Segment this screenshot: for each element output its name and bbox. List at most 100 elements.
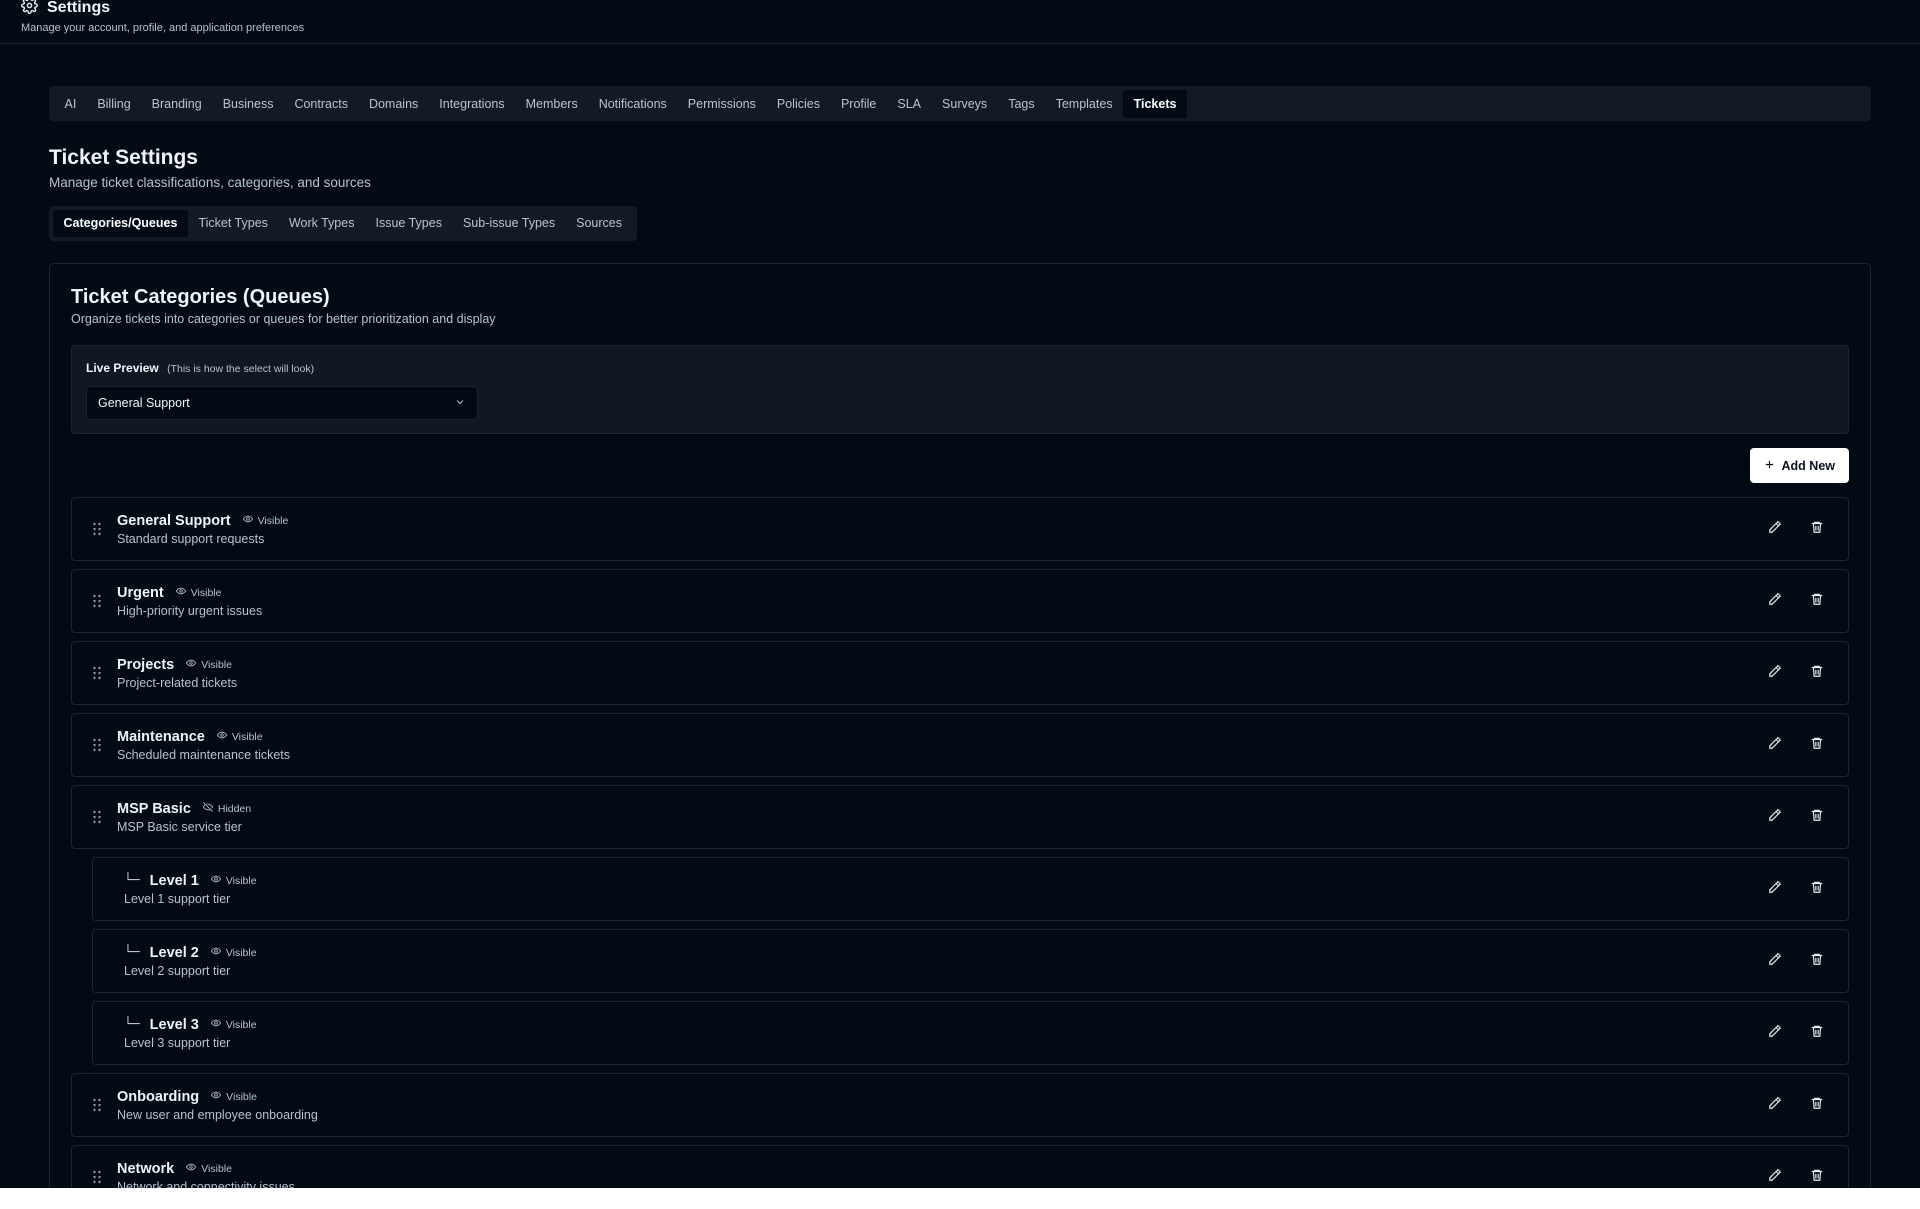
preview-select[interactable]: General Support	[86, 386, 478, 420]
visibility-label: Visible	[226, 1090, 257, 1103]
edit-icon[interactable]	[1768, 808, 1782, 827]
category-name-wrap: General Support	[117, 513, 231, 529]
category-row[interactable]: └─ Level 3 Visible Level 3 support tier	[92, 1001, 1849, 1065]
edit-icon[interactable]	[1768, 952, 1782, 971]
category-body: └─ Level 2 Visible Level 2 support tier	[124, 945, 1768, 978]
preview-label: Live Preview (This is how the select wil…	[86, 361, 1834, 375]
eye-icon	[216, 730, 227, 743]
subtab-sources[interactable]: Sources	[566, 210, 633, 237]
add-new-button[interactable]: Add New	[1749, 448, 1849, 483]
category-row[interactable]: MSP Basic Hidden MSP Basic service tier	[71, 785, 1849, 849]
category-row[interactable]: Maintenance Visible Scheduled maintenance …	[71, 713, 1849, 777]
tab-surveys[interactable]: Surveys	[932, 90, 998, 118]
branch-icon: └─	[124, 1017, 140, 1032]
tab-members[interactable]: Members	[515, 90, 588, 118]
category-description: Scheduled maintenance tickets	[117, 747, 291, 762]
visibility-badge: Hidden	[202, 802, 251, 815]
category-row[interactable]: └─ Level 2 Visible Level 2 support tier	[92, 929, 1849, 993]
tab-permissions[interactable]: Permissions	[677, 90, 766, 118]
category-name-wrap: Maintenance	[117, 729, 205, 745]
category-row[interactable]: Urgent Visible High-priority urgent issues	[71, 569, 1849, 633]
drag-handle-icon[interactable]	[92, 522, 102, 536]
eye-icon	[242, 514, 253, 527]
drag-handle-icon[interactable]	[92, 738, 102, 752]
trash-icon[interactable]	[1810, 952, 1824, 971]
visibility-label: Visible	[257, 514, 289, 527]
eye-icon	[210, 874, 221, 887]
tab-domains[interactable]: Domains	[358, 90, 428, 118]
tab-branding[interactable]: Branding	[141, 90, 212, 118]
preview-hint: (This is how the select will look)	[167, 363, 315, 375]
trash-icon[interactable]	[1810, 664, 1824, 683]
edit-icon[interactable]	[1768, 736, 1782, 755]
trash-icon[interactable]	[1810, 808, 1824, 827]
category-name-wrap: └─ Level 2	[124, 945, 199, 961]
subtab-ticket-types[interactable]: Ticket Types	[188, 210, 278, 237]
subtab-categories-queues[interactable]: Categories/Queues	[53, 210, 188, 237]
trash-icon[interactable]	[1810, 880, 1824, 899]
tab-integrations[interactable]: Integrations	[429, 90, 515, 118]
category-row[interactable]: General Support Visible Standard support r…	[71, 497, 1849, 561]
category-body: MSP Basic Hidden MSP Basic service tier	[117, 801, 1768, 834]
tab-billing[interactable]: Billing	[87, 90, 141, 118]
title-row: Settings	[21, 0, 110, 16]
edit-icon[interactable]	[1768, 664, 1782, 683]
category-row[interactable]: Projects Visible Project-related tickets	[71, 641, 1849, 705]
tab-sla[interactable]: SLA	[887, 90, 932, 118]
row-actions	[1768, 1096, 1824, 1115]
category-name: Level 1	[149, 872, 199, 889]
tab-ai[interactable]: AI	[54, 90, 87, 118]
visibility-badge: Visible	[210, 946, 257, 959]
edit-icon[interactable]	[1768, 1168, 1782, 1187]
category-name: Urgent	[117, 584, 164, 601]
tab-contracts[interactable]: Contracts	[284, 90, 359, 118]
drag-handle-icon[interactable]	[92, 810, 102, 824]
subtab-issue-types[interactable]: Issue Types	[365, 210, 452, 237]
tab-profile[interactable]: Profile	[830, 90, 886, 118]
tab-tickets[interactable]: Tickets	[1123, 89, 1187, 118]
trash-icon[interactable]	[1810, 592, 1824, 611]
visibility-label: Visible	[201, 658, 232, 671]
edit-icon[interactable]	[1768, 592, 1782, 611]
category-head: └─ Level 1 Visible	[124, 873, 1768, 889]
category-head: └─ Level 2 Visible	[124, 945, 1768, 961]
drag-handle-icon[interactable]	[92, 666, 102, 680]
eye-icon	[210, 1018, 221, 1031]
subtab-sub-issue-types[interactable]: Sub-issue Types	[452, 210, 565, 237]
trash-icon[interactable]	[1810, 1168, 1824, 1187]
tab-tags[interactable]: Tags	[998, 90, 1045, 118]
visibility-label: Visible	[225, 874, 257, 887]
tab-notifications[interactable]: Notifications	[588, 90, 677, 118]
category-head: Onboarding Visible	[117, 1089, 1768, 1105]
category-row[interactable]: Onboarding Visible New user and employee o…	[71, 1073, 1849, 1137]
tab-business[interactable]: Business	[212, 90, 284, 118]
edit-icon[interactable]	[1768, 1096, 1782, 1115]
actions-bar: Add New	[71, 448, 1849, 483]
trash-icon[interactable]	[1810, 1096, 1824, 1115]
trash-icon[interactable]	[1810, 736, 1824, 755]
edit-icon[interactable]	[1768, 520, 1782, 539]
drag-handle-icon[interactable]	[92, 594, 102, 608]
subtab-work-types[interactable]: Work Types	[278, 210, 365, 237]
visibility-label: Visible	[201, 1162, 232, 1175]
edit-icon[interactable]	[1768, 880, 1782, 899]
category-body: General Support Visible Standard support r…	[117, 513, 1768, 546]
trash-icon[interactable]	[1810, 1024, 1824, 1043]
category-name: Level 3	[149, 1016, 199, 1033]
edit-icon[interactable]	[1768, 1024, 1782, 1043]
eye-icon	[186, 658, 197, 671]
tab-policies[interactable]: Policies	[766, 90, 830, 118]
row-actions	[1768, 952, 1824, 971]
category-head: Maintenance Visible	[117, 729, 1768, 745]
visibility-badge: Visible	[186, 1162, 232, 1175]
drag-handle-icon[interactable]	[92, 1098, 102, 1112]
category-row[interactable]: Network Visible Network and connectivity i…	[71, 1145, 1849, 1188]
trash-icon[interactable]	[1810, 520, 1824, 539]
visibility-badge: Visible	[210, 874, 257, 887]
drag-handle-icon[interactable]	[92, 1170, 102, 1184]
category-name-wrap: MSP Basic	[117, 801, 191, 817]
category-row[interactable]: └─ Level 1 Visible Level 1 support tier	[92, 857, 1849, 921]
eye-icon	[186, 1162, 197, 1175]
tab-templates[interactable]: Templates	[1045, 90, 1123, 118]
section-title: Ticket Settings	[49, 146, 198, 169]
